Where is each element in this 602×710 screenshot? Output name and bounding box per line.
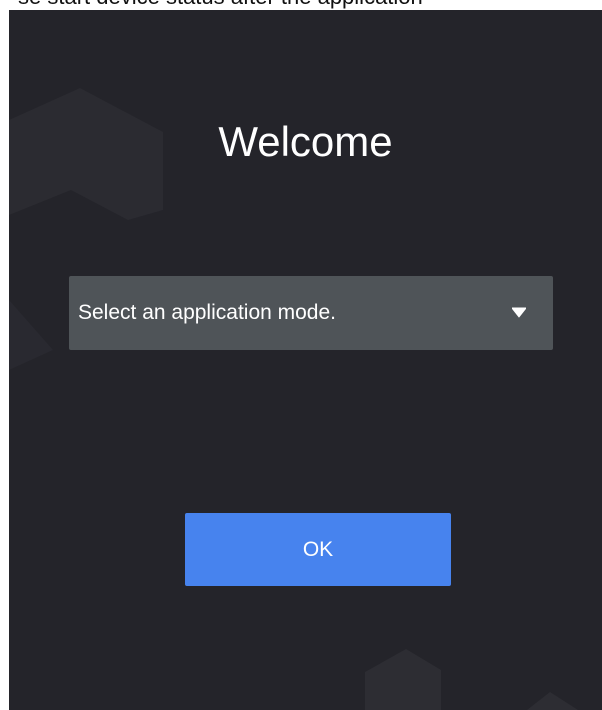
welcome-screen: Welcome Select an application mode. OK — [9, 10, 602, 710]
application-mode-placeholder: Select an application mode. — [78, 301, 336, 324]
hexagon-shape — [527, 692, 578, 710]
hexagon-shape — [365, 649, 441, 710]
hexagon-background — [9, 88, 578, 710]
welcome-title: Welcome — [218, 118, 393, 165]
clipped-top-text: se start device status after the applica… — [0, 0, 602, 10]
ok-button[interactable]: OK — [185, 513, 451, 586]
hexagon-shape — [9, 300, 53, 370]
application-mode-select[interactable]: Select an application mode. — [69, 276, 553, 350]
chevron-down-icon — [512, 307, 526, 318]
